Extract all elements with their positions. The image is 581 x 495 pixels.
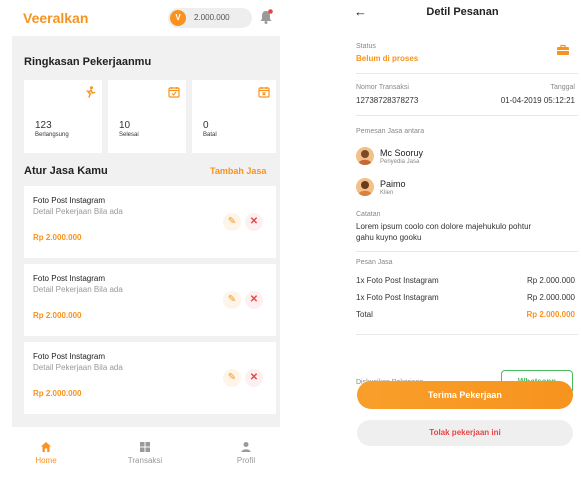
- service-card[interactable]: Foto Post Instagram Detail Pekerjaan Bil…: [24, 342, 276, 414]
- order-item-price: Rp 2.000.000: [526, 293, 575, 302]
- wallet-amount: 2.000.000: [194, 13, 230, 22]
- close-icon[interactable]: ✕: [245, 369, 263, 387]
- service-desc: Detail Pekerjaan Bila ada: [33, 285, 123, 294]
- close-icon[interactable]: ✕: [245, 213, 263, 231]
- nav-home-label: Home: [35, 456, 57, 465]
- accept-job-button[interactable]: Terima Pekerjaan: [357, 381, 573, 409]
- stat-ongoing-label: Berlangsung: [35, 132, 69, 138]
- reject-job-button[interactable]: Tolak pekerjaan ini: [357, 420, 573, 446]
- stat-done-value: 10: [119, 120, 131, 131]
- parties-label: Pemesan Jasa antara: [356, 128, 425, 135]
- note-label: Catatan: [356, 211, 381, 218]
- client-avatar: [356, 178, 374, 196]
- calendar-check-icon: [168, 87, 180, 98]
- total-value: Rp 2.000.000: [526, 310, 575, 319]
- divider: [356, 334, 578, 335]
- service-card[interactable]: Foto Post Instagram Detail Pekerjaan Bil…: [24, 264, 276, 336]
- service-desc: Detail Pekerjaan Bila ada: [33, 363, 123, 372]
- service-title: Foto Post Instagram: [33, 196, 106, 205]
- divider: [356, 115, 578, 116]
- order-item-price: Rp 2.000.000: [526, 276, 575, 285]
- dashboard-screen: Veeralkan V 2.000.000 Ringkasan Pekerjaa…: [12, 0, 280, 480]
- add-service-link[interactable]: Tambah Jasa: [210, 166, 266, 176]
- home-icon: [41, 442, 51, 452]
- page-title: Detil Pesanan: [426, 6, 499, 18]
- provider-name: Mc Sooruy: [380, 148, 424, 158]
- status-label: Status: [356, 43, 376, 50]
- nav-transaksi-label: Transaksi: [127, 456, 163, 465]
- order-item-name: 1x Foto Post Instagram: [356, 293, 439, 302]
- service-desc: Detail Pekerjaan Bila ada: [33, 207, 123, 216]
- wallet-balance[interactable]: V 2.000.000: [168, 8, 252, 28]
- close-icon[interactable]: ✕: [245, 291, 263, 309]
- grid-icon: [140, 442, 150, 452]
- stat-card-done[interactable]: 10 Selesai: [108, 80, 186, 153]
- summary-title: Ringkasan Pekerjaanmu: [24, 56, 152, 68]
- pencil-icon[interactable]: ✎: [223, 291, 241, 309]
- transaction-number: 12738728378273: [356, 96, 419, 105]
- order-label: Pesan Jasa: [356, 259, 393, 266]
- bell-icon[interactable]: [259, 9, 273, 25]
- service-card[interactable]: Foto Post Instagram Detail Pekerjaan Bil…: [24, 186, 276, 258]
- briefcase-icon: [557, 44, 569, 55]
- person-icon: [358, 150, 372, 165]
- brand-logo: Veeralkan: [23, 10, 89, 26]
- stat-card-cancelled[interactable]: 0 Batal: [192, 80, 276, 153]
- services-title: Atur Jasa Kamu: [24, 165, 108, 177]
- service-title: Foto Post Instagram: [33, 274, 106, 283]
- order-item-name: 1x Foto Post Instagram: [356, 276, 439, 285]
- pencil-icon[interactable]: ✎: [223, 369, 241, 387]
- service-title: Foto Post Instagram: [33, 352, 106, 361]
- stat-card-ongoing[interactable]: 123 Berlangsung: [24, 80, 102, 153]
- note-line: gahu kuyno gooku: [356, 233, 422, 242]
- date-label: Tanggal: [550, 84, 575, 91]
- stat-cancelled-label: Batal: [203, 132, 217, 138]
- stat-done-label: Selesai: [119, 132, 139, 138]
- provider-avatar: [356, 147, 374, 165]
- nav-transaksi[interactable]: Transaksi: [115, 441, 175, 465]
- status-badge: Belum di proses: [356, 54, 419, 63]
- service-price: Rp 2.000.000: [33, 233, 82, 242]
- service-price: Rp 2.000.000: [33, 311, 82, 320]
- note-line: Lorem ipsum coolo con dolore majehukulo …: [356, 222, 532, 231]
- client-role: Klien: [380, 190, 394, 196]
- divider: [356, 251, 578, 252]
- coin-icon: V: [170, 10, 186, 26]
- nav-home[interactable]: Home: [16, 441, 76, 465]
- nav-profil-label: Profil: [236, 456, 256, 465]
- running-icon: [86, 86, 96, 98]
- stat-ongoing-value: 123: [35, 120, 52, 131]
- stat-cancelled-value: 0: [203, 120, 209, 131]
- bottom-navigation: Home Transaksi Profil: [12, 427, 280, 480]
- transaction-number-label: Nomor Transaksi: [356, 84, 409, 91]
- order-detail-screen: ← Detil Pesanan Status Belum di proses N…: [344, 0, 581, 495]
- nav-profil[interactable]: Profil: [216, 441, 276, 465]
- person-icon: [358, 181, 372, 196]
- service-price: Rp 2.000.000: [33, 389, 82, 398]
- client-name: Paimo: [380, 179, 406, 189]
- app-header: Veeralkan V 2.000.000: [12, 0, 280, 36]
- divider: [356, 73, 578, 74]
- calendar-cancel-icon: [258, 87, 270, 98]
- provider-role: Penyedia Jasa: [380, 159, 420, 165]
- pencil-icon[interactable]: ✎: [223, 213, 241, 231]
- date-value: 01-04-2019 05:12:21: [500, 96, 575, 105]
- user-icon: [241, 442, 251, 452]
- total-label: Total: [356, 310, 373, 319]
